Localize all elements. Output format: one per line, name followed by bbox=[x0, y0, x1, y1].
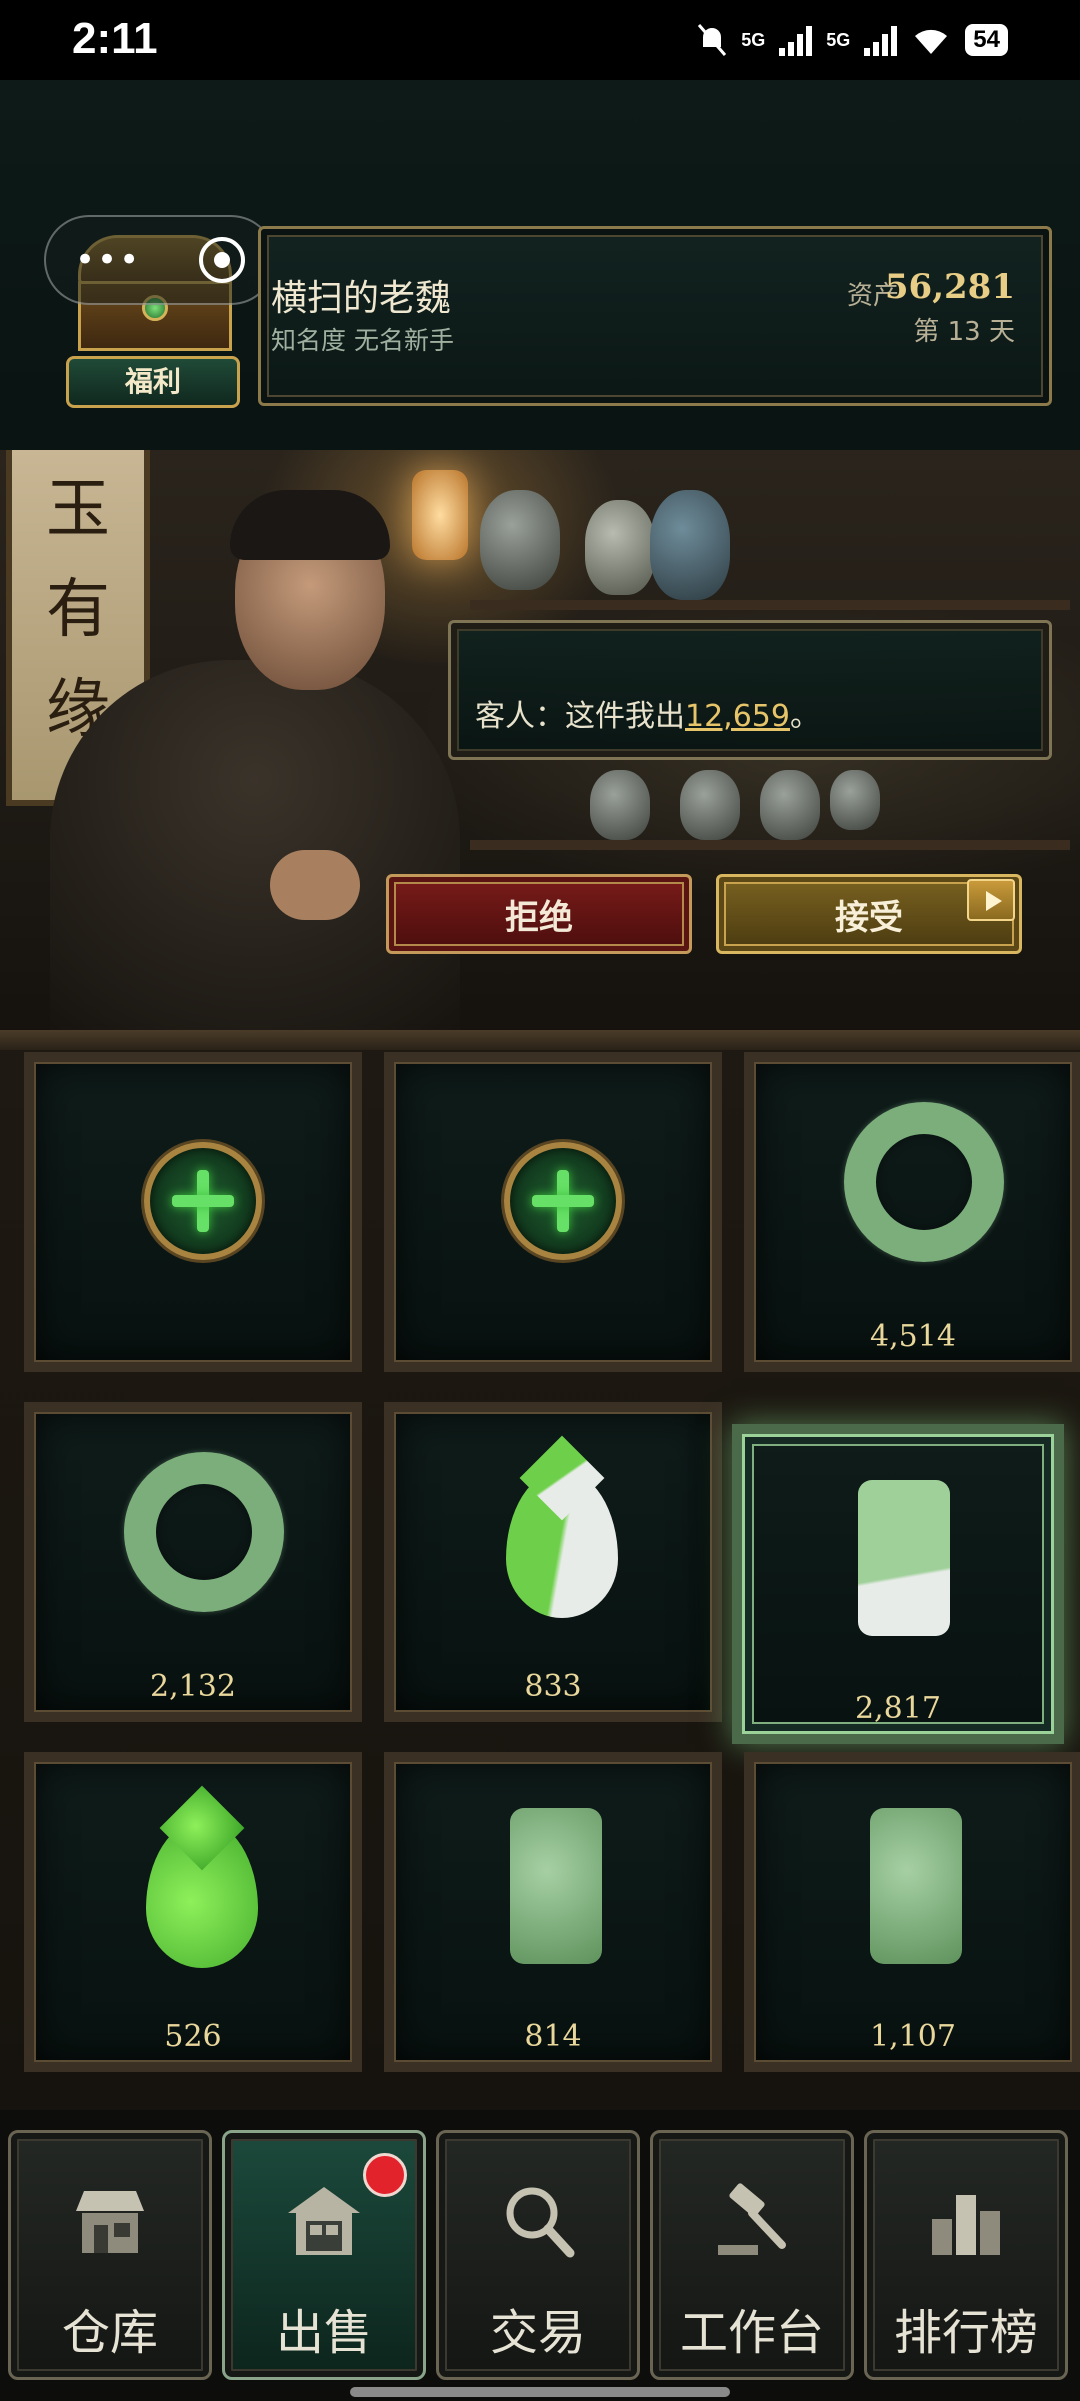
search-icon bbox=[506, 2187, 575, 2258]
customer-dialog: 客人：这件我出12,659。 bbox=[448, 620, 1052, 760]
player-fame: 知名度 无名新手 bbox=[271, 326, 454, 355]
cabinet-top-rail bbox=[0, 1030, 1080, 1050]
player-profile-card: 横扫的老魏 知名度 无名新手 资产 56,281 第 13 天 bbox=[258, 226, 1052, 406]
inventory-slot-empty[interactable] bbox=[24, 1052, 362, 1372]
close-target-icon[interactable] bbox=[199, 237, 246, 283]
house-icon bbox=[288, 2187, 360, 2255]
reject-button[interactable]: 拒绝 bbox=[386, 874, 692, 954]
signal-icon-2 bbox=[864, 24, 898, 56]
inventory-slot[interactable]: 526 bbox=[24, 1752, 362, 2072]
item-price: 1,107 bbox=[870, 2019, 956, 2054]
jade-ornament bbox=[760, 770, 820, 840]
inventory-slot-empty[interactable] bbox=[384, 1052, 722, 1372]
accept-button[interactable]: 接受 bbox=[716, 874, 1022, 954]
jade-drop-icon bbox=[146, 1820, 258, 1968]
jade-plaque-icon bbox=[870, 1808, 962, 1964]
battery-icon: 54 bbox=[965, 24, 1008, 56]
nav-label: 仓库 bbox=[61, 2305, 158, 2361]
more-icon[interactable]: ••• bbox=[75, 240, 141, 280]
jade-ornament bbox=[680, 770, 740, 840]
status-bar: 2:11 5G 5G 54 bbox=[0, 0, 1080, 80]
jade-ornament bbox=[830, 770, 880, 830]
nav-item-trade[interactable]: 交易 bbox=[436, 2130, 640, 2380]
status-time: 2:11 bbox=[72, 14, 158, 63]
accept-label: 接受 bbox=[835, 897, 903, 938]
home-indicator[interactable] bbox=[350, 2387, 730, 2397]
notification-badge bbox=[363, 2153, 407, 2197]
welfare-button[interactable]: 福利 bbox=[66, 356, 240, 408]
nav-item-workbench[interactable]: 工作台 bbox=[650, 2130, 854, 2380]
shelf bbox=[470, 600, 1070, 610]
wifi-icon bbox=[915, 29, 948, 54]
item-price: 526 bbox=[164, 2019, 222, 2054]
nav-label: 排行榜 bbox=[893, 2305, 1038, 2361]
jade-bangle-icon bbox=[844, 1102, 1004, 1262]
jade-plaque-icon bbox=[858, 1480, 950, 1636]
item-price: 2,132 bbox=[150, 1669, 236, 1704]
nav-label: 出售 bbox=[275, 2305, 372, 2361]
nav-label: 交易 bbox=[489, 2305, 586, 2361]
network-5g-label: 5G bbox=[741, 29, 766, 50]
network-5g-label-2: 5G bbox=[826, 29, 851, 50]
inventory-slot[interactable]: 1,107 bbox=[744, 1752, 1080, 2072]
day-counter: 第 13 天 bbox=[913, 317, 1015, 347]
inventory-slot[interactable]: 4,514 bbox=[744, 1052, 1080, 1372]
mini-program-capsule[interactable]: ••• bbox=[44, 215, 276, 305]
customer-portrait bbox=[30, 480, 460, 1040]
inventory-slot-selected[interactable]: 2,817 bbox=[732, 1424, 1064, 1744]
add-item-icon[interactable] bbox=[504, 1142, 622, 1260]
signal-icon bbox=[779, 24, 813, 56]
item-price: 2,817 bbox=[855, 1691, 941, 1726]
play-icon[interactable] bbox=[967, 879, 1015, 921]
dialog-prefix: 客人：这件我出 bbox=[475, 699, 685, 734]
add-item-icon[interactable] bbox=[144, 1142, 262, 1260]
nav-item-leaderboard[interactable]: 排行榜 bbox=[864, 2130, 1068, 2380]
inventory-slot[interactable]: 2,132 bbox=[24, 1402, 362, 1722]
asset-value: 56,281 bbox=[884, 267, 1015, 307]
jade-bangle-icon bbox=[124, 1452, 284, 1612]
item-price: 4,514 bbox=[870, 1319, 956, 1354]
jade-ornament bbox=[585, 500, 655, 595]
reject-label: 拒绝 bbox=[505, 897, 573, 938]
nav-label: 工作台 bbox=[679, 2305, 824, 2361]
player-name: 横扫的老魏 bbox=[271, 278, 452, 319]
item-price: 814 bbox=[524, 2019, 582, 2054]
jade-ornament bbox=[590, 770, 650, 840]
nav-item-warehouse[interactable]: 仓库 bbox=[8, 2130, 212, 2380]
item-price: 833 bbox=[524, 1669, 582, 1704]
status-icons: 5G 5G 54 bbox=[697, 20, 1008, 60]
dialog-suffix: 。 bbox=[789, 699, 820, 734]
inventory-slot[interactable]: 833 bbox=[384, 1402, 722, 1722]
mute-icon bbox=[698, 24, 727, 56]
inventory-slot[interactable]: 814 bbox=[384, 1752, 722, 2072]
store-icon bbox=[76, 2191, 144, 2253]
jade-ornament bbox=[480, 490, 560, 590]
jade-plaque-icon bbox=[510, 1808, 602, 1964]
nav-item-sell[interactable]: 出售 bbox=[222, 2130, 426, 2380]
shelf bbox=[470, 840, 1070, 850]
leaderboard-icon bbox=[932, 2195, 1000, 2255]
gavel-icon bbox=[718, 2183, 786, 2255]
dialog-text: 客人：这件我出12,659。 bbox=[475, 691, 820, 735]
jade-drop-icon bbox=[506, 1470, 618, 1618]
offer-price: 12,659 bbox=[685, 699, 790, 734]
jade-ornament bbox=[650, 490, 730, 600]
